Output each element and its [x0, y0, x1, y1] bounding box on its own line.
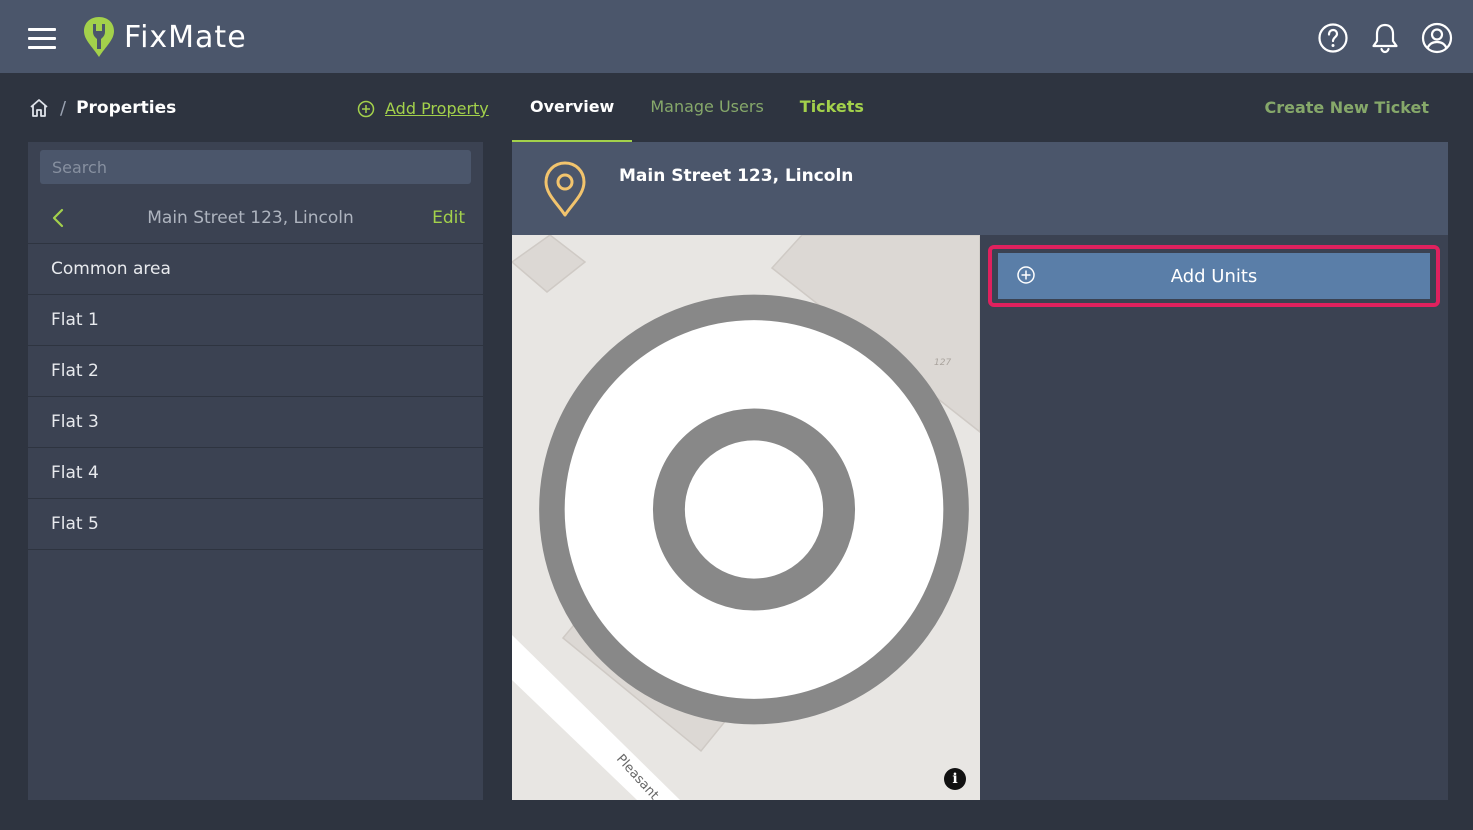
property-detail-panel: Main Street 123, Lincoln 127 121 Pleasan… [512, 142, 1448, 800]
detail-header: Main Street 123, Lincoln [512, 142, 1448, 235]
property-address: Main Street 123, Lincoln [619, 166, 854, 186]
bell-icon[interactable] [1369, 22, 1401, 54]
sub-navigation: / Properties Add Property Overview Manag… [0, 73, 1473, 143]
mapbox-logo[interactable]: mapbox [520, 235, 980, 792]
breadcrumb-current: Properties [76, 98, 177, 118]
add-property-link[interactable]: Add Property [357, 99, 489, 118]
add-units-label: Add Units [1170, 265, 1258, 287]
top-bar: FixMate [0, 0, 1473, 73]
property-sidebar: Main Street 123, Lincoln Edit Common are… [28, 142, 483, 800]
property-name: Main Street 123, Lincoln [147, 208, 354, 228]
location-pin-icon [544, 161, 586, 217]
property-header: Main Street 123, Lincoln Edit [28, 192, 483, 244]
unit-item-common-area[interactable]: Common area [28, 244, 483, 295]
create-ticket-link[interactable]: Create New Ticket [1264, 98, 1429, 117]
app-logo[interactable]: FixMate [82, 16, 247, 58]
tab-bar: Overview Manage Users Tickets [512, 73, 882, 143]
add-units-button[interactable]: Add Units [998, 253, 1430, 299]
add-units-highlight: Add Units [988, 245, 1440, 307]
unit-item-flat-1[interactable]: Flat 1 [28, 295, 483, 346]
app-name: FixMate [124, 19, 247, 55]
tab-overview[interactable]: Overview [512, 73, 633, 143]
user-icon[interactable] [1421, 22, 1453, 54]
search-input[interactable] [40, 150, 471, 184]
unit-item-flat-5[interactable]: Flat 5 [28, 499, 483, 550]
info-icon[interactable]: i [944, 768, 966, 790]
tab-manage-users[interactable]: Manage Users [632, 73, 781, 143]
help-icon[interactable] [1317, 22, 1349, 54]
tab-tickets[interactable]: Tickets [782, 73, 882, 143]
mapbox-icon [539, 294, 969, 725]
add-property-label: Add Property [385, 99, 489, 118]
breadcrumb: / Properties [28, 97, 176, 119]
menu-icon[interactable] [28, 28, 56, 50]
home-icon[interactable] [28, 97, 50, 119]
property-map[interactable]: 127 121 Pleasant mapbox i [512, 235, 980, 800]
edit-property-link[interactable]: Edit [432, 208, 465, 228]
unit-item-flat-2[interactable]: Flat 2 [28, 346, 483, 397]
unit-list: Common area Flat 1 Flat 2 Flat 3 Flat 4 … [28, 244, 483, 550]
logo-icon [84, 17, 114, 57]
plus-circle-icon [357, 100, 375, 117]
plus-circle-icon [1017, 266, 1035, 284]
breadcrumb-separator: / [60, 97, 67, 119]
unit-item-flat-4[interactable]: Flat 4 [28, 448, 483, 499]
unit-item-flat-3[interactable]: Flat 3 [28, 397, 483, 448]
